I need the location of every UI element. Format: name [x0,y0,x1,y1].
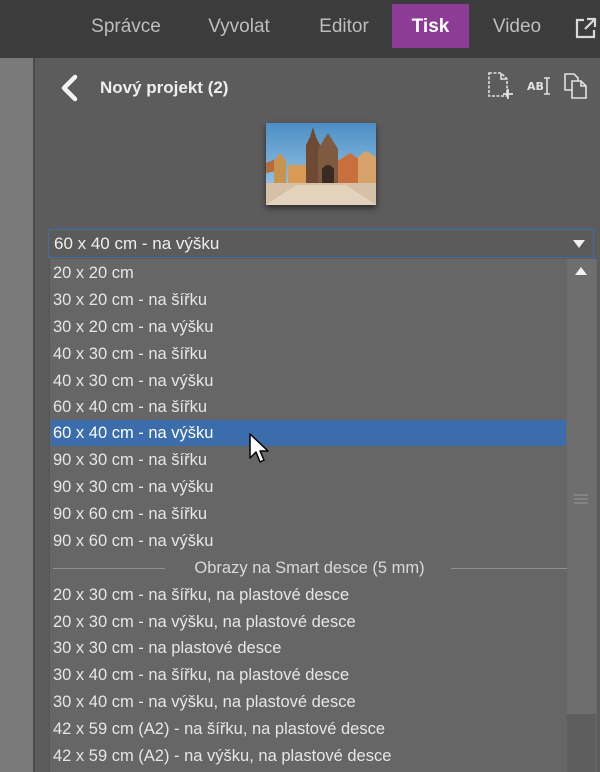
size-option[interactable]: 30 x 40 cm - na výšku, na plastové desce [51,689,566,715]
tab-video[interactable]: Video [478,4,556,48]
new-page-icon[interactable] [486,70,514,100]
size-option[interactable]: 40 x 30 cm - na šířku [51,341,566,367]
tab-editor[interactable]: Editor [302,4,386,48]
group-divider-left [53,568,165,569]
dropdown-scrollbar[interactable] [567,259,596,772]
size-option[interactable]: 20 x 20 cm [51,260,566,286]
size-option[interactable]: 30 x 20 cm - na šířku [51,287,566,313]
size-option[interactable]: 20 x 30 cm - na výšku, na plastové desce [51,609,566,635]
option-group-label: Obrazy na Smart desce (5 mm) [194,559,425,577]
size-option[interactable]: 20 x 30 cm - na šířku, na plastové desce [51,582,566,608]
size-option[interactable]: 40 x 30 cm - na výšku [51,368,566,394]
duplicate-icon[interactable] [562,70,590,100]
scrollbar-grip-icon[interactable] [572,491,590,507]
project-thumbnail[interactable] [266,123,376,205]
size-option[interactable]: 90 x 60 cm - na šířku [51,501,566,527]
tab-tisk[interactable]: Tisk [392,4,469,48]
size-option[interactable]: 60 x 40 cm - na šířku [51,394,566,420]
size-option[interactable]: 30 x 20 cm - na výšku [51,314,566,340]
size-option[interactable]: 90 x 60 cm - na výšku [51,528,566,554]
external-window-icon[interactable] [574,16,598,40]
group-divider-right [451,568,567,569]
scrollbar-track-lower [567,714,596,772]
size-option[interactable]: 42 x 59 cm (A2) - na výšku, na plastové … [51,743,566,769]
size-option[interactable]: 90 x 30 cm - na šířku [51,447,566,473]
size-option[interactable]: 30 x 30 cm - na plastové desce [51,635,566,661]
size-option[interactable]: 90 x 30 cm - na výšku [51,474,566,500]
module-tab-bar: Správce Vyvolat Editor Tisk Video [0,0,600,58]
size-option[interactable]: 42 x 59 cm (A2) - na šířku, na plastové … [51,716,566,742]
mouse-cursor-icon [249,433,269,463]
option-group-header: Obrazy na Smart desce (5 mm) [51,555,568,581]
back-icon[interactable] [58,74,80,102]
project-title: Nový projekt (2) [100,78,229,97]
print-size-select-value: 60 x 40 cm - na výšku [54,234,220,253]
chevron-down-icon[interactable] [572,239,586,249]
print-size-select[interactable]: 60 x 40 cm - na výšku [48,229,594,258]
left-gutter [0,58,33,772]
rename-icon[interactable]: AB [526,70,552,100]
size-option-selected[interactable]: 60 x 40 cm - na výšku [51,420,566,446]
size-option[interactable]: 30 x 40 cm - na šířku, na plastové desce [51,662,566,688]
tab-spravce[interactable]: Správce [76,4,176,48]
tab-vyvolat[interactable]: Vyvolat [190,4,288,48]
print-size-dropdown-list: 20 x 20 cm 30 x 20 cm - na šířku 30 x 20… [49,259,597,772]
scroll-up-arrow-icon[interactable] [574,266,588,276]
svg-text:AB: AB [527,80,544,93]
